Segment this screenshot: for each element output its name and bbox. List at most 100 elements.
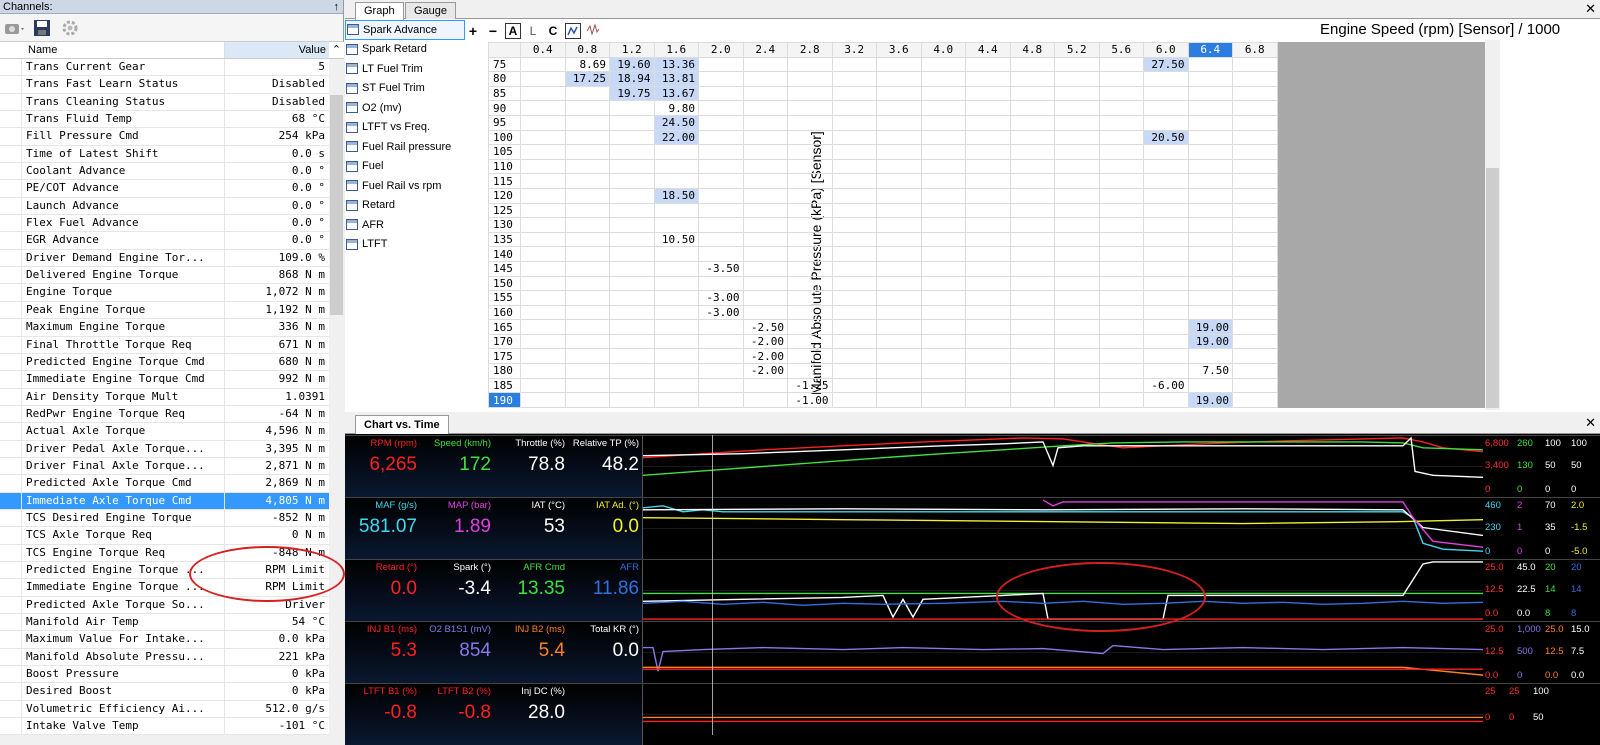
gauge[interactable]: Speed (km/h) 172 — [419, 436, 493, 497]
table-cell[interactable] — [965, 377, 1011, 394]
table-cell[interactable] — [965, 392, 1011, 408]
table-cell[interactable] — [520, 275, 566, 292]
column-header[interactable]: 1.6 — [653, 42, 699, 58]
chart-plot[interactable] — [643, 498, 1483, 559]
table-cell[interactable] — [965, 231, 1011, 248]
row-header[interactable]: 120 — [488, 187, 521, 204]
table-cell[interactable] — [1143, 392, 1189, 408]
table-cell[interactable]: 19.00 — [1187, 392, 1233, 408]
table-cell[interactable] — [1054, 71, 1100, 87]
table-cell[interactable] — [653, 363, 699, 379]
table-cell[interactable] — [965, 246, 1011, 262]
gauge[interactable]: INJ B1 (ms) 5.3 — [345, 622, 419, 683]
table-cell[interactable]: 19.75 — [609, 85, 655, 102]
tab-chart-vs-time[interactable]: Chart vs. Time — [355, 415, 449, 434]
table-cell[interactable] — [1009, 363, 1055, 379]
table-cell[interactable] — [1009, 144, 1055, 160]
graph-list-item[interactable]: LTFT — [345, 235, 465, 255]
channel-row[interactable]: Immediate Axle Torque Cmd 4,805 N m — [0, 492, 329, 510]
zoom-out-button[interactable]: − — [485, 23, 501, 39]
table-cell[interactable] — [520, 363, 566, 379]
table-cell[interactable] — [742, 129, 788, 146]
table-cell[interactable] — [787, 363, 833, 379]
table-cell[interactable] — [965, 173, 1011, 189]
table-cell[interactable] — [1009, 333, 1055, 350]
table-cell[interactable] — [831, 246, 877, 262]
table-cell[interactable] — [520, 246, 566, 262]
table-cell[interactable] — [698, 56, 744, 73]
table-cell[interactable]: 18.50 — [653, 187, 699, 204]
table-cell[interactable] — [787, 260, 833, 277]
table-cell[interactable] — [1098, 304, 1144, 321]
table-cell[interactable] — [1009, 246, 1055, 262]
table-cell[interactable] — [1187, 348, 1233, 365]
table-cell[interactable] — [1098, 246, 1144, 262]
table-cell[interactable] — [787, 144, 833, 160]
row-header[interactable]: 150 — [488, 275, 521, 292]
table-cell[interactable] — [1009, 202, 1055, 219]
table-cell[interactable] — [1187, 246, 1233, 262]
gauge[interactable]: AFR Cmd 13.35 — [493, 560, 567, 621]
table-cell[interactable] — [1143, 144, 1189, 160]
table-cell[interactable] — [564, 100, 610, 116]
table-cell[interactable] — [787, 100, 833, 116]
table-cell[interactable] — [876, 100, 922, 116]
channel-row[interactable]: Predicted Engine Torque Cmd 680 N m — [0, 353, 329, 372]
table-cell[interactable] — [1054, 275, 1100, 292]
table-cell[interactable] — [831, 187, 877, 204]
table-cell[interactable] — [831, 377, 877, 394]
row-header[interactable]: 185 — [488, 377, 521, 394]
table-cell[interactable] — [698, 114, 744, 131]
channel-row[interactable]: Trans Fast Learn Status Disabled — [0, 76, 329, 94]
table-cell[interactable] — [831, 202, 877, 219]
table-cell[interactable] — [1054, 363, 1100, 379]
table-cell[interactable] — [1009, 158, 1055, 175]
row-header[interactable]: 130 — [488, 217, 521, 233]
table-cell[interactable] — [831, 158, 877, 175]
table-cell[interactable] — [698, 144, 744, 160]
table-cell[interactable]: -3.00 — [698, 304, 744, 321]
channel-row[interactable]: Trans Fluid Temp 68 °C — [0, 111, 329, 129]
table-cell[interactable] — [609, 275, 655, 292]
row-header[interactable]: 160 — [488, 304, 521, 321]
table-cell[interactable] — [520, 333, 566, 350]
table-cell[interactable] — [876, 246, 922, 262]
table-cell[interactable] — [920, 114, 966, 131]
table-cell[interactable] — [1098, 363, 1144, 379]
table-cell[interactable] — [876, 348, 922, 365]
table-cell[interactable] — [1187, 231, 1233, 248]
table-cell[interactable] — [742, 392, 788, 408]
table-cell[interactable] — [609, 260, 655, 277]
table-cell[interactable] — [920, 304, 966, 321]
gauge[interactable]: MAP (bar) 1.89 — [419, 498, 493, 559]
table-cell[interactable] — [1054, 348, 1100, 365]
table-cell[interactable] — [965, 290, 1011, 306]
table-cell[interactable] — [609, 377, 655, 394]
table-cell[interactable] — [520, 304, 566, 321]
table-cell[interactable] — [1054, 114, 1100, 131]
gauge[interactable]: IAT (°C) 53 — [493, 498, 567, 559]
table-cell[interactable] — [1009, 100, 1055, 116]
table-cell[interactable] — [609, 217, 655, 233]
channel-row[interactable]: EGR Advance 0.0 ° — [0, 232, 329, 250]
table-cell[interactable]: 24.50 — [653, 114, 699, 131]
time-cursor[interactable] — [712, 435, 713, 735]
table-cell[interactable] — [742, 173, 788, 189]
table-cell[interactable] — [742, 56, 788, 73]
row-header[interactable]: 105 — [488, 144, 521, 160]
table-cell[interactable] — [1054, 144, 1100, 160]
channel-row[interactable]: Driver Final Axle Torque... 2,871 N m — [0, 457, 329, 476]
table-cell[interactable]: -2.00 — [742, 333, 788, 350]
table-cell[interactable] — [609, 363, 655, 379]
table-cell[interactable] — [1143, 246, 1189, 262]
column-header[interactable]: 6.8 — [1232, 42, 1278, 58]
table-cell[interactable] — [787, 348, 833, 365]
table-cell[interactable] — [965, 129, 1011, 146]
table-cell[interactable]: 7.50 — [1187, 363, 1233, 379]
table-cell[interactable] — [1098, 348, 1144, 365]
table-cell[interactable] — [1054, 202, 1100, 219]
table-cell[interactable] — [742, 114, 788, 131]
table-cell[interactable] — [1009, 260, 1055, 277]
channel-row[interactable]: TCS Desired Engine Torque -852 N m — [0, 509, 329, 528]
table-cell[interactable] — [698, 333, 744, 350]
